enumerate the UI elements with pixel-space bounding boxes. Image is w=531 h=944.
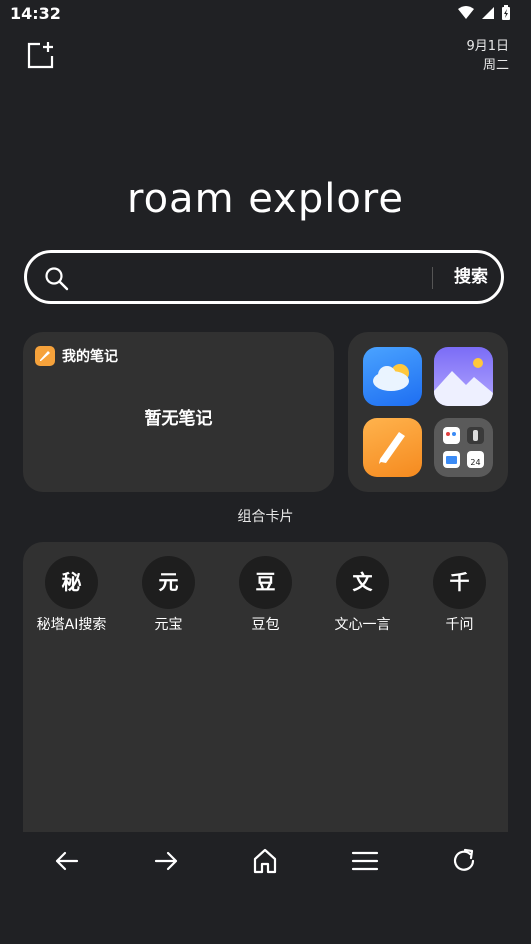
- battery-icon: [502, 5, 510, 20]
- signal-icon: [482, 7, 494, 19]
- notes-app-icon[interactable]: [363, 418, 422, 477]
- notes-header: 我的笔记: [35, 346, 118, 366]
- search-button[interactable]: 搜索: [441, 263, 501, 291]
- search-divider: [432, 267, 433, 289]
- shortcut-icon: 元: [142, 556, 195, 609]
- refresh-icon[interactable]: [449, 846, 479, 876]
- date-weekday: 周二: [482, 58, 509, 73]
- gallery-app-icon[interactable]: [434, 347, 493, 406]
- new-tab-icon[interactable]: [26, 40, 56, 70]
- search-bar[interactable]: 搜索: [24, 250, 504, 304]
- menu-icon[interactable]: [350, 846, 380, 876]
- shortcut-label: 豆包: [251, 617, 280, 633]
- search-input[interactable]: [85, 263, 429, 293]
- shortcut-yuanbao[interactable]: 元 元宝: [120, 556, 217, 634]
- search-icon: [45, 267, 69, 291]
- pencil-icon: [35, 346, 55, 366]
- weather-app-icon[interactable]: [363, 347, 422, 406]
- shortcut-label: 文心一言: [334, 617, 391, 633]
- home-icon[interactable]: [250, 846, 280, 876]
- shortcut-icon: 秘: [45, 556, 98, 609]
- date-day: 9月1日: [466, 39, 509, 54]
- combo-card-label: 组合卡片: [237, 509, 294, 525]
- date-widget: 9月1日 周二: [466, 37, 509, 75]
- bottom-navigation: [0, 832, 531, 892]
- shortcut-qianwen[interactable]: 千 千问: [411, 556, 508, 634]
- status-icons: [457, 5, 511, 21]
- folder-badge: 24: [470, 458, 480, 467]
- shortcut-doubao[interactable]: 豆 豆包: [217, 556, 314, 634]
- shortcuts-panel: 秘 秘塔AI搜索 元 元宝 豆 豆包 文 文心一言 千 千问: [23, 542, 508, 832]
- shortcut-icon: 千: [433, 556, 486, 609]
- status-time: 14:32: [10, 4, 61, 23]
- shortcut-metaso[interactable]: 秘 秘塔AI搜索: [23, 556, 120, 634]
- shortcut-icon: 文: [336, 556, 389, 609]
- back-arrow-icon[interactable]: [52, 846, 82, 876]
- notes-card[interactable]: 我的笔记 暂无笔记: [23, 332, 334, 492]
- forward-arrow-icon[interactable]: [151, 846, 181, 876]
- brand-logo-text: roam explore: [127, 176, 404, 222]
- shortcut-icon: 豆: [239, 556, 292, 609]
- app-folder-icon[interactable]: 24: [434, 418, 493, 477]
- shortcut-wenxin[interactable]: 文 文心一言: [314, 556, 411, 634]
- browser-home-screen: 14:32 9月1日 周二 roam explore 搜索 我的笔记 暂无笔记 …: [0, 0, 531, 944]
- shortcut-label: 秘塔AI搜索: [36, 617, 107, 633]
- notes-empty-text: 暂无笔记: [144, 409, 213, 429]
- shortcut-label: 千问: [445, 617, 474, 633]
- combo-card[interactable]: 24: [348, 332, 508, 492]
- notes-title: 我的笔记: [62, 349, 118, 365]
- shortcut-label: 元宝: [154, 617, 183, 633]
- wifi-icon: [458, 6, 474, 19]
